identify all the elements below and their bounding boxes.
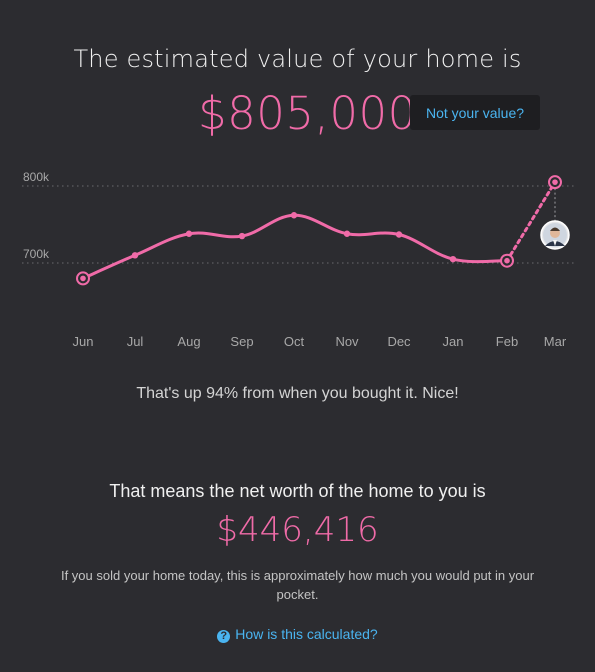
page-title: The estimated value of your home is	[73, 45, 522, 73]
y-tick-label: 700k	[23, 247, 50, 261]
x-tick-label: Jan	[443, 334, 464, 349]
chart-points	[76, 175, 562, 286]
x-tick-label: Dec	[387, 334, 411, 349]
not-your-value-button[interactable]: Not your value?	[410, 95, 540, 130]
chart-x-labels: Jun Jul Aug Sep Oct Nov Dec Jan Feb Mar	[73, 334, 567, 349]
series-line	[81, 213, 509, 280]
how-calculated-label: How is this calculated?	[235, 626, 378, 642]
net-worth-note: If you sold your home today, this is app…	[60, 568, 535, 602]
value-history-chart: 800k 700k Jun Jul Aug Sep Oct Nov Dec Jan Feb Mar	[22, 170, 575, 349]
data-point-oct	[290, 212, 298, 219]
estimated-value: $805,000	[198, 87, 417, 140]
x-tick-label: Jun	[73, 334, 94, 349]
data-point-jan	[449, 255, 457, 263]
data-point-core-feb	[504, 257, 510, 264]
y-tick-label: 800k	[23, 170, 50, 184]
data-point-aug	[185, 230, 193, 237]
x-tick-label: Oct	[284, 334, 305, 349]
data-point-core-mar	[552, 179, 558, 185]
net-worth-title: That means the net worth of the home to …	[109, 481, 486, 501]
x-tick-label: Feb	[496, 334, 518, 349]
projected-line	[505, 180, 557, 263]
question-circle-icon: ?	[217, 630, 231, 643]
data-point-jul	[131, 252, 139, 259]
x-tick-label: Jul	[127, 334, 144, 349]
x-tick-label: Aug	[177, 334, 200, 349]
appreciation-text: That's up 94% from when you bought it. N…	[136, 385, 459, 402]
x-tick-label: Mar	[544, 334, 567, 349]
agent-avatar[interactable]	[540, 220, 570, 250]
x-tick-label: Nov	[335, 334, 359, 349]
data-point-core-jun	[80, 275, 86, 282]
how-calculated-link[interactable]: ? How is this calculated?	[0, 626, 595, 643]
data-point-sep	[238, 232, 246, 240]
x-tick-label: Sep	[230, 334, 253, 349]
net-worth-value: $446,416	[216, 510, 379, 550]
data-point-dec	[395, 231, 403, 238]
chart-line	[81, 180, 557, 280]
data-point-nov	[343, 230, 351, 237]
